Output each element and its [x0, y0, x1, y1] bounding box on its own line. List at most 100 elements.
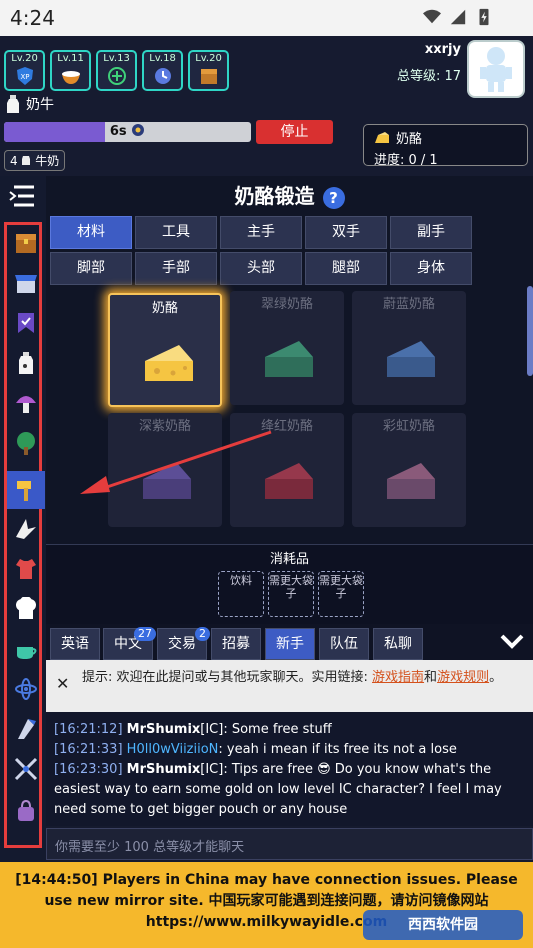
scrollbar-thumb[interactable]: [527, 286, 533, 376]
skill-badge-woodcutting[interactable]: Lv.18: [142, 50, 183, 91]
chat-tab-recruit[interactable]: 招募: [211, 628, 261, 660]
milk-bottle-icon: [7, 95, 19, 113]
locked-slot[interactable]: 需更大袋子: [268, 571, 314, 617]
cheese-icon: [375, 131, 389, 143]
tab-head[interactable]: 头部: [220, 252, 302, 285]
action-queue-card[interactable]: 奶酪 进度: 0 / 1: [363, 124, 528, 168]
chat-tab-chinese[interactable]: 中文 27: [103, 627, 156, 660]
plus-circle-icon: [108, 67, 126, 85]
left-nav: [0, 176, 46, 876]
nav-alchemy-icon[interactable]: [14, 677, 38, 701]
nav-task-icon[interactable]: [14, 311, 38, 335]
player-name[interactable]: MrShumix: [127, 722, 201, 737]
chat-tip-banner: ✕ 提示: 欢迎在此提问或与其他玩家聊天。实用链接: 游戏指南和游戏规则。: [46, 660, 533, 712]
nav-bag-icon[interactable]: [14, 799, 38, 823]
nav-milking-icon[interactable]: [14, 351, 38, 375]
chest-icon: [201, 69, 217, 84]
output-item-chip[interactable]: 4 牛奶: [4, 150, 66, 171]
status-bar: 4:24: [0, 0, 533, 36]
recipe-tile-azure-cheese[interactable]: 蔚蓝奶酪: [352, 291, 466, 405]
chat-message: [16:23:30] MrShumix[IC]: Tips are free 😎…: [54, 762, 502, 817]
skill-badge-foraging[interactable]: Lv.13: [96, 50, 137, 91]
nav-cheesesmithing-active[interactable]: [7, 471, 45, 509]
unread-count: 27: [134, 627, 156, 641]
unread-count: 2: [195, 627, 210, 641]
tab-off-hand[interactable]: 副手: [390, 216, 472, 249]
total-level: 总等级: 17: [396, 69, 461, 84]
menu-collapse-icon[interactable]: [8, 184, 38, 208]
chat-tab-trade[interactable]: 交易 2: [157, 627, 210, 660]
skill-badge-crafting[interactable]: Lv.20: [188, 50, 229, 91]
nav-crafting-icon[interactable]: [14, 517, 38, 541]
drink-slot[interactable]: 饮料: [218, 571, 264, 617]
nav-cooking-icon[interactable]: [14, 596, 38, 621]
cheese-icon: [387, 463, 435, 499]
item-name: 牛奶: [35, 154, 60, 168]
clock-icon: [155, 68, 171, 84]
tab-materials[interactable]: 材料: [50, 216, 132, 249]
cheese-icon: [145, 345, 193, 381]
chevron-down-icon[interactable]: [499, 630, 525, 652]
tab-main-hand[interactable]: 主手: [220, 216, 302, 249]
chat-tab-english[interactable]: 英语: [50, 628, 100, 660]
consumables-panel: 消耗品 饮料 需更大袋子 需更大袋子: [46, 544, 533, 624]
chat-message: [16:21:12] MrShumix[IC]: Some free stuff: [54, 722, 332, 737]
recipe-tile-cheese[interactable]: 奶酪: [108, 293, 222, 407]
page-title: 奶酪锻造?: [46, 180, 533, 209]
close-icon[interactable]: ✕: [56, 674, 69, 693]
chat-tabs: 英语 中文 27 交易 2 招募 新手 队伍 私聊: [46, 624, 533, 660]
game-header: Lv.20 XP Lv.11 Lv.13 Lv.18 Lv.20 xxrjy 总…: [0, 36, 533, 176]
nav-brewing-icon[interactable]: [14, 637, 38, 661]
skill-badges: Lv.20 XP Lv.11 Lv.13 Lv.18 Lv.20: [4, 50, 229, 91]
tab-feet[interactable]: 脚部: [50, 252, 132, 285]
queue-item-name: 奶酪: [396, 132, 423, 147]
tab-two-hand[interactable]: 双手: [305, 216, 387, 249]
username[interactable]: xxrjy: [397, 42, 461, 57]
nav-enhancing-icon[interactable]: [14, 717, 38, 741]
svg-text:XP: XP: [20, 73, 29, 81]
chat-message: [16:21:33] H0ll0wViiziioN: yeah i mean i…: [54, 742, 457, 757]
clock: 4:24: [10, 6, 55, 30]
skill-badge-xp[interactable]: Lv.20 XP: [4, 50, 45, 91]
chat-messages: [16:21:12] MrShumix[IC]: Some free stuff…: [46, 712, 533, 826]
consumables-title: 消耗品: [269, 552, 309, 567]
xp-shield-icon: XP: [17, 67, 33, 85]
nav-combat-icon[interactable]: [14, 757, 38, 781]
nav-tailoring-icon[interactable]: [14, 557, 38, 581]
tab-body[interactable]: 身体: [390, 252, 472, 285]
locked-slot[interactable]: 需更大袋子: [318, 571, 364, 617]
queue-progress: 进度: 0 / 1: [374, 153, 438, 168]
chat-tab-beginner[interactable]: 新手: [265, 628, 315, 660]
tab-hands[interactable]: 手部: [135, 252, 217, 285]
stop-button[interactable]: 停止: [256, 120, 333, 144]
nav-woodcutting-icon[interactable]: [14, 431, 38, 455]
chat-tab-party[interactable]: 队伍: [319, 628, 369, 660]
game-rules-link[interactable]: 游戏规则: [437, 670, 489, 685]
current-action: 奶牛: [6, 94, 54, 114]
watermark-logo: 西西软件园: [363, 910, 523, 940]
nav-highlight-frame: [4, 222, 45, 848]
help-icon[interactable]: ?: [322, 186, 345, 209]
annotation-arrow: [80, 430, 272, 494]
recipe-tile-rainbow-cheese[interactable]: 彩虹奶酪: [352, 413, 466, 527]
game-guide-link[interactable]: 游戏指南: [372, 670, 424, 685]
player-name[interactable]: MrShumix: [127, 762, 201, 777]
chat-input[interactable]: 你需要至少 100 总等级才能聊天: [46, 828, 533, 860]
wifi-icon: [423, 9, 441, 24]
tab-tools[interactable]: 工具: [135, 216, 217, 249]
nav-chest-icon[interactable]: [14, 231, 38, 255]
avatar[interactable]: [467, 40, 525, 98]
player-name[interactable]: H0ll0wViiziioN: [127, 742, 219, 757]
nav-shop-icon[interactable]: [14, 271, 38, 295]
signal-icon: [450, 9, 466, 25]
chat-tab-whisper[interactable]: 私聊: [373, 628, 423, 660]
item-count: 4: [10, 154, 18, 168]
main-panel: 奶酪锻造? 材料 工具 主手 双手 副手 脚部 手部 头部 腿部 身体 奶酪 翠…: [46, 176, 533, 544]
skill-badge-milking[interactable]: Lv.11: [50, 50, 91, 91]
gear-icon: [132, 124, 145, 136]
recipe-tile-verdant-cheese[interactable]: 翠绿奶酪: [230, 291, 344, 405]
tab-legs[interactable]: 腿部: [305, 252, 387, 285]
character-icon: [480, 47, 512, 92]
nav-foraging-icon[interactable]: [14, 391, 38, 415]
progress-time: 6s: [109, 124, 127, 139]
